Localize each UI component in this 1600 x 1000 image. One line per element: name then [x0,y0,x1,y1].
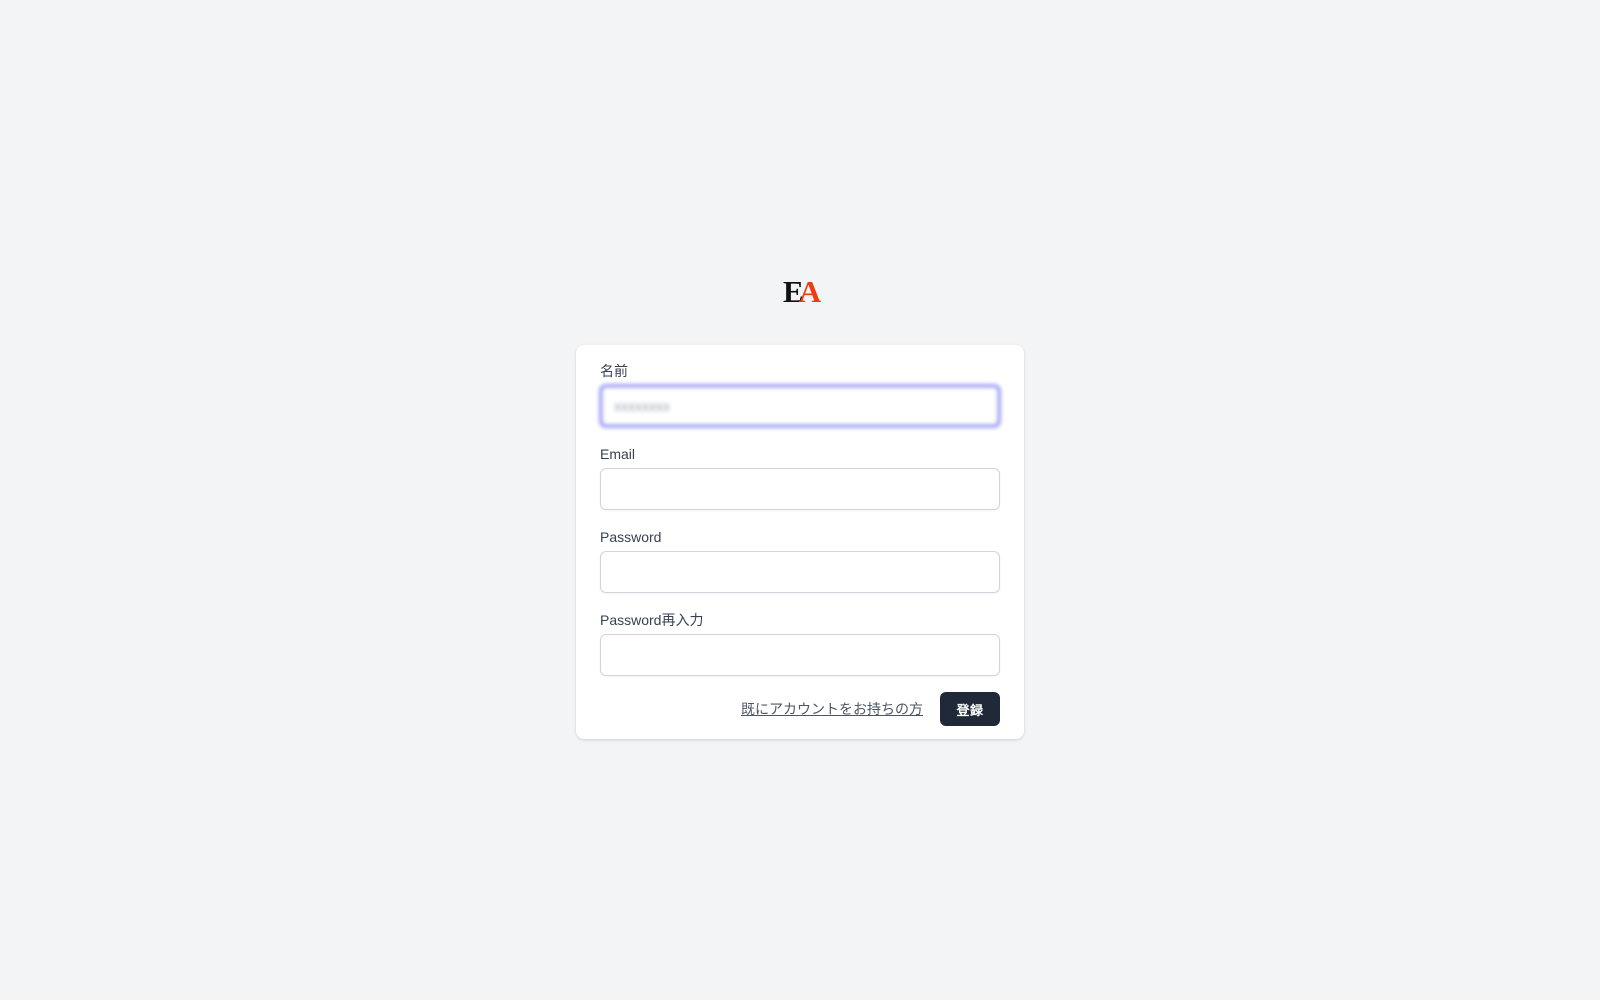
password-input[interactable] [600,551,1000,593]
app-logo: E A [783,274,822,309]
password-confirm-field-group: Password再入力 [600,610,1000,676]
form-actions: 既にアカウントをお持ちの方 登録 [600,692,1000,726]
name-label: 名前 [600,363,628,379]
email-input[interactable] [600,468,1000,510]
login-link[interactable]: 既にアカウントをお持ちの方 [741,699,923,719]
password-field-group: Password [600,527,1000,593]
register-card: 名前 Email Password Password再入力 既にアカウントをお持… [576,345,1024,739]
name-field-group: 名前 [600,361,1000,427]
password-confirm-label: Password再入力 [600,612,704,628]
logo-letter-a: A [798,274,822,309]
name-input[interactable] [600,385,1000,427]
email-label: Email [600,446,636,462]
email-field-group: Email [600,444,1000,510]
register-button[interactable]: 登録 [940,692,1000,726]
password-confirm-input[interactable] [600,634,1000,676]
password-label: Password [600,529,662,545]
